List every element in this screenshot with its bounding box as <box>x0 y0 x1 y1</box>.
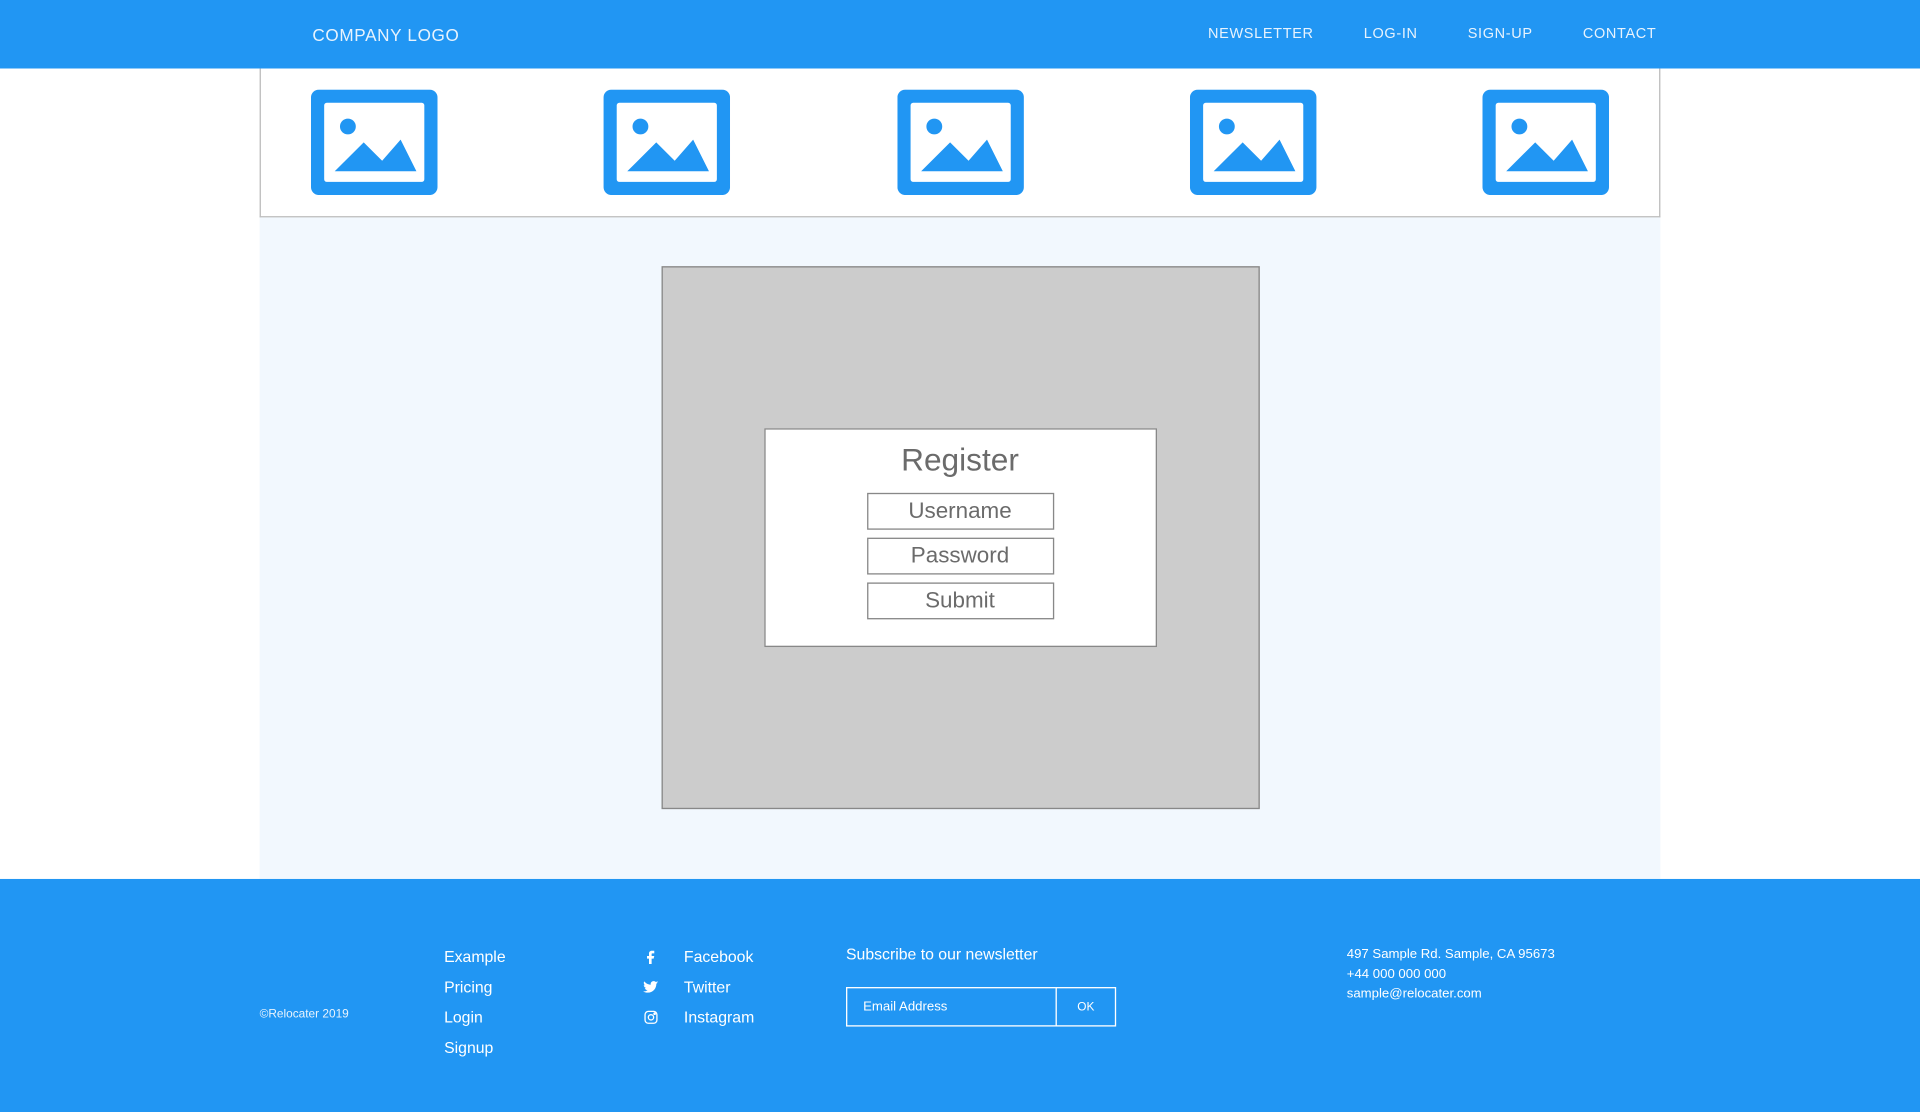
main-area: Register Username Password Submit <box>260 217 1661 879</box>
nav-login[interactable]: LOG-IN <box>1364 26 1418 42</box>
username-input[interactable]: Username <box>866 493 1053 530</box>
social-instagram[interactable]: Instagram <box>642 1005 846 1029</box>
twitter-icon <box>642 978 660 996</box>
footer-contact: 497 Sample Rd. Sample, CA 95673 +44 000 … <box>1347 945 1555 1004</box>
image-placeholder-icon <box>897 90 1024 195</box>
company-logo[interactable]: COMPANY LOGO <box>312 24 459 44</box>
social-facebook-label: Facebook <box>684 945 753 969</box>
image-placeholder-icon <box>604 90 731 195</box>
nav-contact[interactable]: CONTACT <box>1583 26 1657 42</box>
footer-link-pricing[interactable]: Pricing <box>444 975 642 999</box>
footer-links: Example Pricing Login Signup <box>444 945 642 1060</box>
header: COMPANY LOGO NEWSLETTER LOG-IN SIGN-UP C… <box>0 0 1920 69</box>
footer-link-signup[interactable]: Signup <box>444 1036 642 1060</box>
contact-phone: +44 000 000 000 <box>1347 965 1555 985</box>
newsletter-form: Email Address OK <box>846 987 1116 1027</box>
instagram-icon <box>642 1008 660 1026</box>
image-placeholder-icon <box>1190 90 1317 195</box>
submit-button[interactable]: Submit <box>866 582 1053 619</box>
social-twitter[interactable]: Twitter <box>642 975 846 999</box>
newsletter-submit-button[interactable]: OK <box>1056 987 1117 1027</box>
image-strip-container <box>0 69 1920 218</box>
password-input[interactable]: Password <box>866 538 1053 575</box>
social-facebook[interactable]: Facebook <box>642 945 846 969</box>
nav-newsletter[interactable]: NEWSLETTER <box>1208 26 1314 42</box>
image-strip <box>260 69 1661 218</box>
nav: NEWSLETTER LOG-IN SIGN-UP CONTACT <box>1208 26 1656 42</box>
contact-address: 497 Sample Rd. Sample, CA 95673 <box>1347 945 1555 965</box>
footer-newsletter: Subscribe to our newsletter Email Addres… <box>846 945 1347 1027</box>
image-placeholder-icon <box>311 90 438 195</box>
newsletter-email-input[interactable]: Email Address <box>846 987 1056 1027</box>
footer-link-login[interactable]: Login <box>444 1005 642 1029</box>
contact-email: sample@relocater.com <box>1347 984 1555 1004</box>
register-card: Register Username Password Submit <box>764 428 1157 647</box>
social-instagram-label: Instagram <box>684 1005 754 1029</box>
footer: ©Relocater 2019 Example Pricing Login Si… <box>0 879 1920 1112</box>
footer-social: Facebook Twitter Instagram <box>642 945 846 1029</box>
nav-signup[interactable]: SIGN-UP <box>1468 26 1533 42</box>
image-placeholder-icon <box>1482 90 1609 195</box>
social-twitter-label: Twitter <box>684 975 731 999</box>
register-backdrop: Register Username Password Submit <box>661 266 1259 809</box>
register-title: Register <box>765 443 1155 480</box>
copyright: ©Relocater 2019 <box>260 1007 444 1020</box>
newsletter-title: Subscribe to our newsletter <box>846 945 1347 963</box>
facebook-icon <box>642 947 660 965</box>
footer-link-example[interactable]: Example <box>444 945 642 969</box>
